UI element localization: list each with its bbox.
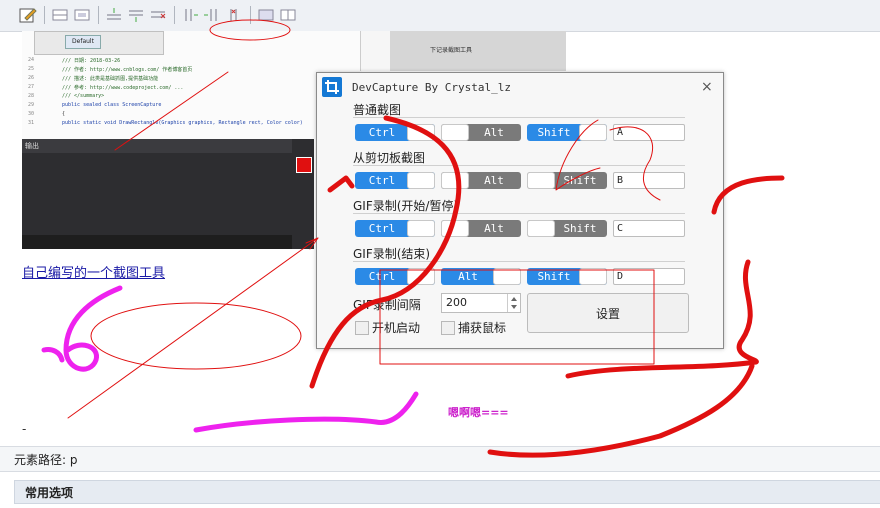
dialog-title: DevCapture By Crystal_lz <box>352 81 511 94</box>
ctrl-toggle-normal[interactable]: Ctrl <box>355 124 435 141</box>
close-icon[interactable]: × <box>701 79 713 95</box>
autostart-checkbox[interactable] <box>355 321 369 335</box>
capture-cursor-checkbox[interactable] <box>441 321 455 335</box>
element-path-bar: 元素路径: p <box>0 446 880 472</box>
common-options-label: 常用选项 <box>25 486 74 500</box>
crop-icon <box>322 77 342 97</box>
alt-toggle-gif-start[interactable]: Alt <box>441 220 521 237</box>
editor-toolbar <box>0 0 880 32</box>
code-line: public sealed class ScreenCapture <box>62 102 162 108</box>
hotkey-input-gif-end[interactable]: D <box>613 268 685 285</box>
hotkey-input-normal[interactable]: A <box>613 124 685 141</box>
group-label-normal-capture: 普通截图 <box>353 103 402 117</box>
shift-toggle-normal[interactable]: Shift <box>527 124 607 141</box>
embedded-output-panel <box>22 139 292 249</box>
embedded-right-panel: 下记录截图工具 <box>390 31 566 71</box>
code-line: /// 描述: 此类是基础抓图,提供基础功能 <box>62 76 159 82</box>
capture-cursor-label: 捕获鼠标 <box>458 321 507 335</box>
alt-toggle-clipboard[interactable]: Alt <box>441 172 521 189</box>
devcapture-dialog: DevCapture By Crystal_lz × 普通截图 Ctrl Alt… <box>316 72 724 349</box>
post-link[interactable]: 自己编写的一个截图工具 <box>22 262 165 281</box>
body-dash: - <box>22 422 27 436</box>
group-label-gif-end: GIF录制(结束) <box>353 247 431 261</box>
stepper-arrows-icon[interactable] <box>507 294 520 312</box>
insert-col-right-icon[interactable] <box>202 6 222 24</box>
group-label-gif-start: GIF录制(开始/暂停) <box>353 199 459 213</box>
embedded-dialog-fragment: Default <box>34 31 164 55</box>
delete-row-icon[interactable] <box>148 6 168 24</box>
embedded-window-edge <box>360 31 391 71</box>
red-stroke-bottom <box>487 363 755 458</box>
embedded-right-caption: 下记录截图工具 <box>430 47 473 54</box>
ctrl-toggle-gif-end[interactable]: Ctrl <box>355 268 435 285</box>
embedded-side-panel <box>292 139 314 249</box>
shift-toggle-clipboard[interactable]: Shift <box>527 172 607 189</box>
red-ellipse-large <box>90 302 302 370</box>
magenta-underline <box>193 391 419 433</box>
embedded-output-title: 输出 <box>25 142 39 150</box>
gif-interval-label: GIF录制间隔 <box>353 298 421 312</box>
element-path-label: 元素路径: p <box>14 453 78 467</box>
code-line: { <box>62 111 66 117</box>
hotkey-input-gif-start[interactable]: C <box>613 220 685 237</box>
embedded-red-swatch <box>296 157 312 173</box>
hotkey-input-clipboard[interactable]: B <box>613 172 685 189</box>
edit-source-icon[interactable] <box>18 6 38 24</box>
alt-toggle-normal[interactable]: Alt <box>441 124 521 141</box>
insert-row-below-icon[interactable] <box>126 6 146 24</box>
code-line: /// 作者: http://www.cnblogs.com/ 作者博客首页 <box>62 67 193 73</box>
insert-row-above-icon[interactable] <box>104 6 124 24</box>
split-cells-icon[interactable] <box>278 6 298 24</box>
table-icon[interactable] <box>50 6 70 24</box>
settings-button[interactable]: 设置 <box>527 293 689 333</box>
shift-toggle-gif-end[interactable]: Shift <box>527 268 607 285</box>
gif-interval-stepper[interactable]: 200 <box>441 293 521 313</box>
delete-col-icon[interactable] <box>224 6 244 24</box>
embedded-code-screenshot: Default 24/// 日期: 2018-03-26 25/// 作者: h… <box>22 31 362 139</box>
magenta-scribble <box>63 285 123 372</box>
settings-button-label: 设置 <box>595 307 620 321</box>
code-line: /// </summary> <box>62 93 105 99</box>
table-props-icon[interactable] <box>72 6 92 24</box>
red-stroke-right-top <box>711 175 785 215</box>
merge-cells-icon[interactable] <box>256 6 276 24</box>
group-label-clipboard-capture: 从剪切板截图 <box>353 151 426 165</box>
magenta-text: 嗯啊嗯=== <box>448 406 509 419</box>
ctrl-toggle-clipboard[interactable]: Ctrl <box>355 172 435 189</box>
common-options-header[interactable]: 常用选项 <box>14 480 880 504</box>
code-line: public static void DrawRectangle(Graphic… <box>62 120 303 126</box>
embedded-output-tabs <box>22 235 292 249</box>
shift-toggle-gif-start[interactable]: Shift <box>527 220 607 237</box>
gif-interval-value: 200 <box>446 296 467 309</box>
embedded-default-button: Default <box>65 35 101 49</box>
code-line: /// 日期: 2018-03-26 <box>62 58 121 64</box>
autostart-label: 开机启动 <box>372 321 421 335</box>
alt-toggle-gif-end[interactable]: Alt <box>441 268 521 285</box>
ctrl-toggle-gif-start[interactable]: Ctrl <box>355 220 435 237</box>
code-line: /// 参考: http://www.codeproject.com/ ... <box>62 85 184 91</box>
magenta-tick <box>41 347 65 363</box>
insert-col-left-icon[interactable] <box>180 6 200 24</box>
embedded-output-header: 输出 <box>22 139 292 153</box>
